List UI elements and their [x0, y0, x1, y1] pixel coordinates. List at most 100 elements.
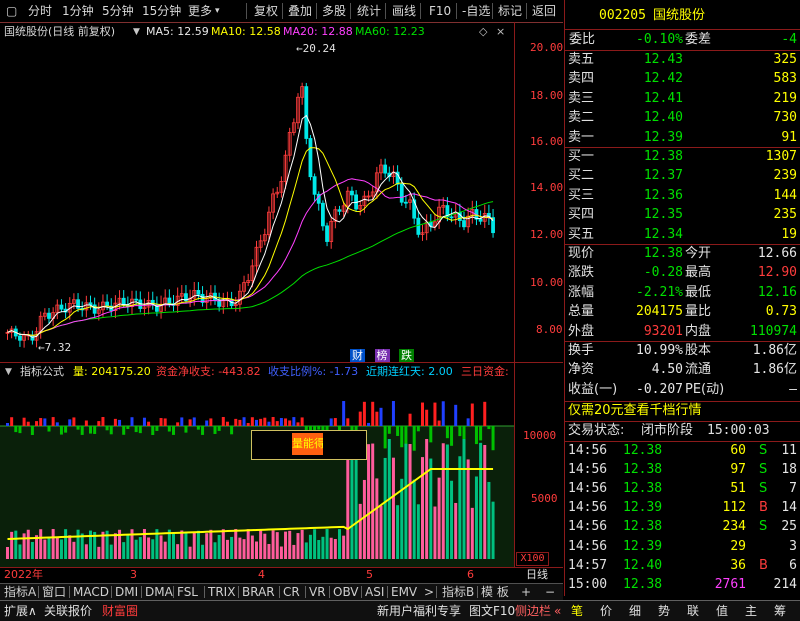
flow-bar	[184, 426, 188, 433]
stat-label: 内盘	[685, 323, 712, 339]
volume-bar	[221, 529, 225, 559]
volume-bar	[483, 444, 487, 559]
volume-bar	[72, 541, 76, 559]
flow-bar	[284, 418, 288, 426]
toolbar-item-timeshare[interactable]: 分时	[28, 3, 52, 19]
related-quote-button[interactable]: 关联报价	[44, 603, 92, 619]
tab-dma[interactable]: DMA	[145, 584, 173, 600]
tab-macd[interactable]: MACD	[73, 584, 109, 600]
period-label[interactable]: 日线	[526, 567, 548, 582]
toolbar-item-statistics[interactable]: 统计	[357, 3, 381, 19]
toolbar-item-5min[interactable]: 5分钟	[102, 3, 134, 19]
remove-indicator-button[interactable]: −	[545, 584, 555, 600]
stock-code: 002205	[599, 8, 646, 23]
toolbar-item-draw-line[interactable]: 画线	[392, 3, 416, 19]
toolbar-item-mark[interactable]: 标记	[498, 3, 522, 19]
tab-window[interactable]: 窗口	[42, 584, 66, 600]
volume-bar	[188, 546, 192, 559]
ranking-badge[interactable]: 榜	[374, 349, 390, 362]
tab-template[interactable]: 模 板	[481, 584, 509, 600]
tab-asi[interactable]: ASI	[365, 584, 384, 600]
toolbar-item-overlay[interactable]: 叠加	[288, 3, 312, 19]
sidebar-double-chevron-icon[interactable]: «	[554, 603, 561, 619]
candle-body	[105, 301, 109, 307]
volume-bar	[84, 544, 88, 559]
promo-link[interactable]: 仅需20元查看千档行情	[568, 401, 702, 421]
tick-price: 12.38	[623, 443, 663, 458]
tab-main[interactable]: 主	[745, 603, 757, 619]
y-tick: 12.00	[530, 228, 564, 241]
volume-bar	[279, 546, 283, 559]
toolbar-item-f10[interactable]: F10	[429, 3, 451, 19]
candle-body	[478, 218, 483, 222]
tab-detail[interactable]: 细	[629, 603, 641, 619]
tab-brar[interactable]: BRAR	[242, 584, 275, 600]
toolbar-item-restore-rights[interactable]: 复权	[254, 3, 278, 19]
tab-dmi[interactable]: DMI	[115, 584, 138, 600]
sidebar-toggle-button[interactable]: 侧边栏	[515, 603, 551, 619]
tab-indicator-b[interactable]: 指标B	[442, 584, 474, 600]
toolbar-item-more[interactable]: 更多	[188, 3, 212, 19]
toolbar-item-1min[interactable]: 1分钟	[62, 3, 94, 19]
flow-bar	[93, 426, 97, 434]
tick-row: 15:00 12.38 2761 214	[565, 575, 800, 595]
toolbar-item-multi-stock[interactable]: 多股	[322, 3, 346, 19]
flow-bar	[445, 426, 449, 439]
toolbar-item-back[interactable]: 返回	[532, 3, 556, 19]
stat-value: 1.86亿	[752, 362, 797, 378]
tab-emv[interactable]: EMV	[391, 584, 417, 600]
tab-fsl[interactable]: FSL	[177, 584, 198, 600]
tab-chips[interactable]: 筹	[774, 603, 786, 619]
bid-label: 买三	[568, 187, 595, 203]
tab-cr[interactable]: CR	[283, 584, 300, 600]
bid-label: 买一	[568, 149, 595, 164]
flow-bar	[454, 404, 458, 426]
volume-bar	[379, 505, 383, 559]
tick-row: 14:56 12.38 97 S 18	[565, 460, 800, 480]
tab-price[interactable]: 价	[600, 603, 612, 619]
stat-value: 4.50	[651, 362, 683, 378]
volume-bar	[333, 539, 337, 559]
volume-bar	[64, 529, 68, 559]
bid-level-row: 买四 12.35 235	[565, 205, 800, 225]
tab-link[interactable]: 联	[687, 603, 699, 619]
tick-side: S	[759, 443, 768, 458]
toolbar-item-15min[interactable]: 15分钟	[142, 3, 181, 19]
drop-badge[interactable]: 跌	[399, 349, 414, 362]
chevron-down-icon[interactable]: ▼	[5, 364, 12, 380]
flow-bar	[242, 417, 246, 426]
promo-row[interactable]: 仅需20元查看千档行情	[565, 401, 800, 421]
volume-value: 量: 204175.20	[73, 365, 151, 378]
tabs-scroll-right-icon[interactable]: >	[424, 584, 434, 600]
toolbar-box-icon[interactable]: ▢	[6, 3, 17, 19]
kline-chart[interactable]	[0, 22, 563, 582]
tab-obv[interactable]: OBV	[333, 584, 359, 600]
flow-bar	[43, 418, 47, 426]
wealth-circle-button[interactable]: 财富圈	[102, 603, 138, 619]
tab-trend[interactable]: 势	[658, 603, 670, 619]
toolbar-item-add-watchlist[interactable]: -自选	[462, 3, 490, 19]
tab-vr[interactable]: VR	[309, 584, 326, 600]
add-indicator-button[interactable]: +	[521, 584, 531, 600]
volume-bar	[59, 539, 63, 559]
volume-bar	[275, 532, 279, 559]
expand-button[interactable]: 扩展∧	[4, 603, 37, 619]
finance-badge[interactable]: 财	[350, 349, 365, 362]
tab-indicator-a[interactable]: 指标A	[4, 584, 36, 600]
tick-time: 14:56	[568, 519, 608, 535]
stat-row: 涨跌 -0.28 最高 12.90	[565, 263, 800, 283]
f10-button[interactable]: 图文F10	[469, 603, 515, 619]
flow-bar	[172, 426, 175, 435]
tab-value[interactable]: 值	[716, 603, 728, 619]
flow-bar	[425, 409, 429, 426]
indicator-title[interactable]: 指标公式	[20, 364, 64, 380]
candle-body	[462, 220, 466, 228]
new-user-benefit-link[interactable]: 新用户福利专享	[377, 603, 461, 619]
ask-label: 卖五	[568, 52, 595, 67]
chevron-down-icon[interactable]: ▾	[215, 3, 220, 19]
tab-ticks[interactable]: 笔	[571, 603, 583, 619]
tab-trix[interactable]: TRIX	[208, 584, 235, 600]
flow-bar	[213, 426, 217, 434]
flow-bar	[217, 426, 221, 431]
tick-time: 14:56	[568, 462, 608, 478]
